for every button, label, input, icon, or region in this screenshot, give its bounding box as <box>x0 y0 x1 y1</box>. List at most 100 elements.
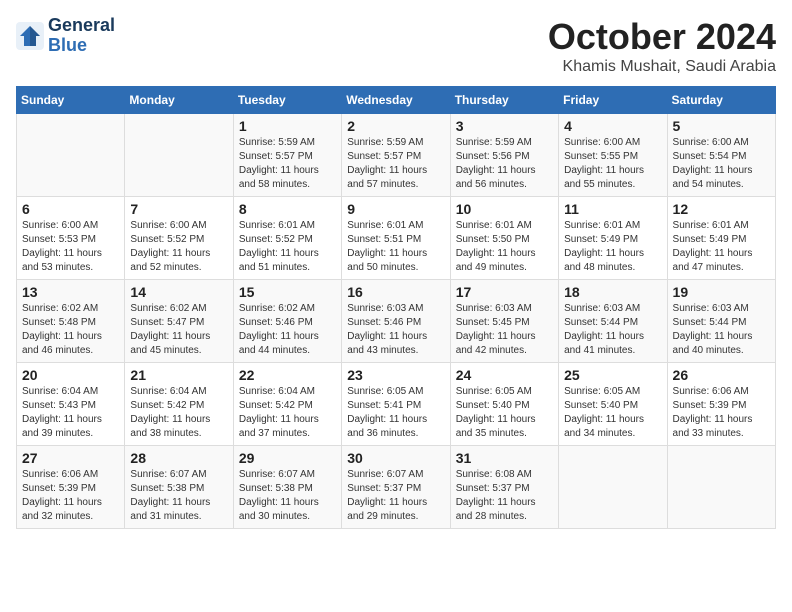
calendar-cell: 19Sunrise: 6:03 AMSunset: 5:44 PMDayligh… <box>667 280 775 363</box>
day-number: 7 <box>130 201 227 217</box>
day-number: 18 <box>564 284 661 300</box>
cell-info: Daylight: 11 hours and 35 minutes. <box>456 413 553 441</box>
cell-info: Sunset: 5:42 PM <box>239 399 336 413</box>
calendar-cell: 22Sunrise: 6:04 AMSunset: 5:42 PMDayligh… <box>233 363 341 446</box>
cell-info: Daylight: 11 hours and 57 minutes. <box>347 164 444 192</box>
day-number: 17 <box>456 284 553 300</box>
day-number: 21 <box>130 367 227 383</box>
calendar-cell <box>125 114 233 197</box>
cell-info: Daylight: 11 hours and 45 minutes. <box>130 330 227 358</box>
weekday-header: Monday <box>125 87 233 114</box>
weekday-header: Sunday <box>17 87 125 114</box>
cell-info: Sunset: 5:48 PM <box>22 316 119 330</box>
cell-info: Sunrise: 6:01 AM <box>239 219 336 233</box>
cell-info: Sunset: 5:38 PM <box>239 482 336 496</box>
cell-info: Sunset: 5:54 PM <box>673 150 770 164</box>
cell-info: Sunrise: 5:59 AM <box>239 136 336 150</box>
calendar-week-row: 13Sunrise: 6:02 AMSunset: 5:48 PMDayligh… <box>17 280 776 363</box>
cell-info: Sunrise: 6:06 AM <box>22 468 119 482</box>
cell-info: Sunrise: 6:04 AM <box>22 385 119 399</box>
month-title: October 2024 <box>548 16 776 58</box>
cell-info: Daylight: 11 hours and 56 minutes. <box>456 164 553 192</box>
cell-info: Daylight: 11 hours and 51 minutes. <box>239 247 336 275</box>
calendar-cell <box>17 114 125 197</box>
cell-info: Sunset: 5:40 PM <box>564 399 661 413</box>
day-number: 11 <box>564 201 661 217</box>
calendar-cell: 26Sunrise: 6:06 AMSunset: 5:39 PMDayligh… <box>667 363 775 446</box>
cell-info: Sunrise: 6:01 AM <box>347 219 444 233</box>
calendar-cell: 10Sunrise: 6:01 AMSunset: 5:50 PMDayligh… <box>450 197 558 280</box>
cell-info: Daylight: 11 hours and 55 minutes. <box>564 164 661 192</box>
cell-info: Sunrise: 6:00 AM <box>673 136 770 150</box>
day-number: 28 <box>130 450 227 466</box>
calendar-cell: 7Sunrise: 6:00 AMSunset: 5:52 PMDaylight… <box>125 197 233 280</box>
calendar-cell: 18Sunrise: 6:03 AMSunset: 5:44 PMDayligh… <box>559 280 667 363</box>
calendar-cell: 30Sunrise: 6:07 AMSunset: 5:37 PMDayligh… <box>342 446 450 529</box>
cell-info: Sunset: 5:44 PM <box>673 316 770 330</box>
day-number: 26 <box>673 367 770 383</box>
calendar-week-row: 1Sunrise: 5:59 AMSunset: 5:57 PMDaylight… <box>17 114 776 197</box>
day-number: 4 <box>564 118 661 134</box>
calendar-cell: 13Sunrise: 6:02 AMSunset: 5:48 PMDayligh… <box>17 280 125 363</box>
cell-info: Sunset: 5:57 PM <box>347 150 444 164</box>
day-number: 2 <box>347 118 444 134</box>
cell-info: Daylight: 11 hours and 53 minutes. <box>22 247 119 275</box>
cell-info: Sunset: 5:55 PM <box>564 150 661 164</box>
day-number: 22 <box>239 367 336 383</box>
day-number: 19 <box>673 284 770 300</box>
cell-info: Sunset: 5:38 PM <box>130 482 227 496</box>
day-number: 8 <box>239 201 336 217</box>
cell-info: Sunset: 5:53 PM <box>22 233 119 247</box>
cell-info: Sunrise: 6:07 AM <box>130 468 227 482</box>
cell-info: Sunset: 5:44 PM <box>564 316 661 330</box>
logo-text: General Blue <box>48 16 115 56</box>
cell-info: Sunset: 5:51 PM <box>347 233 444 247</box>
calendar-cell <box>667 446 775 529</box>
day-number: 5 <box>673 118 770 134</box>
cell-info: Sunset: 5:41 PM <box>347 399 444 413</box>
cell-info: Daylight: 11 hours and 30 minutes. <box>239 496 336 524</box>
calendar-cell: 14Sunrise: 6:02 AMSunset: 5:47 PMDayligh… <box>125 280 233 363</box>
weekday-header: Saturday <box>667 87 775 114</box>
cell-info: Sunset: 5:50 PM <box>456 233 553 247</box>
weekday-header: Tuesday <box>233 87 341 114</box>
cell-info: Daylight: 11 hours and 38 minutes. <box>130 413 227 441</box>
calendar-cell: 23Sunrise: 6:05 AMSunset: 5:41 PMDayligh… <box>342 363 450 446</box>
day-number: 6 <box>22 201 119 217</box>
day-number: 29 <box>239 450 336 466</box>
calendar-cell: 11Sunrise: 6:01 AMSunset: 5:49 PMDayligh… <box>559 197 667 280</box>
calendar-cell: 16Sunrise: 6:03 AMSunset: 5:46 PMDayligh… <box>342 280 450 363</box>
cell-info: Daylight: 11 hours and 33 minutes. <box>673 413 770 441</box>
cell-info: Sunrise: 6:01 AM <box>673 219 770 233</box>
cell-info: Daylight: 11 hours and 39 minutes. <box>22 413 119 441</box>
calendar-cell: 12Sunrise: 6:01 AMSunset: 5:49 PMDayligh… <box>667 197 775 280</box>
cell-info: Sunrise: 6:04 AM <box>239 385 336 399</box>
cell-info: Sunrise: 6:05 AM <box>347 385 444 399</box>
day-number: 12 <box>673 201 770 217</box>
cell-info: Daylight: 11 hours and 47 minutes. <box>673 247 770 275</box>
calendar-week-row: 27Sunrise: 6:06 AMSunset: 5:39 PMDayligh… <box>17 446 776 529</box>
logo: General Blue <box>16 16 115 56</box>
cell-info: Sunset: 5:43 PM <box>22 399 119 413</box>
calendar-week-row: 6Sunrise: 6:00 AMSunset: 5:53 PMDaylight… <box>17 197 776 280</box>
calendar-cell: 3Sunrise: 5:59 AMSunset: 5:56 PMDaylight… <box>450 114 558 197</box>
cell-info: Sunset: 5:45 PM <box>456 316 553 330</box>
cell-info: Sunset: 5:49 PM <box>564 233 661 247</box>
location: Khamis Mushait, Saudi Arabia <box>548 58 776 76</box>
cell-info: Sunrise: 6:04 AM <box>130 385 227 399</box>
cell-info: Sunrise: 6:03 AM <box>456 302 553 316</box>
cell-info: Sunset: 5:39 PM <box>673 399 770 413</box>
page-header: General Blue October 2024 Khamis Mushait… <box>16 16 776 76</box>
cell-info: Daylight: 11 hours and 41 minutes. <box>564 330 661 358</box>
calendar-cell: 24Sunrise: 6:05 AMSunset: 5:40 PMDayligh… <box>450 363 558 446</box>
cell-info: Sunrise: 6:08 AM <box>456 468 553 482</box>
day-number: 31 <box>456 450 553 466</box>
cell-info: Daylight: 11 hours and 44 minutes. <box>239 330 336 358</box>
cell-info: Sunrise: 6:00 AM <box>564 136 661 150</box>
cell-info: Daylight: 11 hours and 28 minutes. <box>456 496 553 524</box>
calendar-week-row: 20Sunrise: 6:04 AMSunset: 5:43 PMDayligh… <box>17 363 776 446</box>
day-number: 9 <box>347 201 444 217</box>
cell-info: Daylight: 11 hours and 58 minutes. <box>239 164 336 192</box>
calendar-cell: 29Sunrise: 6:07 AMSunset: 5:38 PMDayligh… <box>233 446 341 529</box>
cell-info: Sunrise: 6:01 AM <box>456 219 553 233</box>
